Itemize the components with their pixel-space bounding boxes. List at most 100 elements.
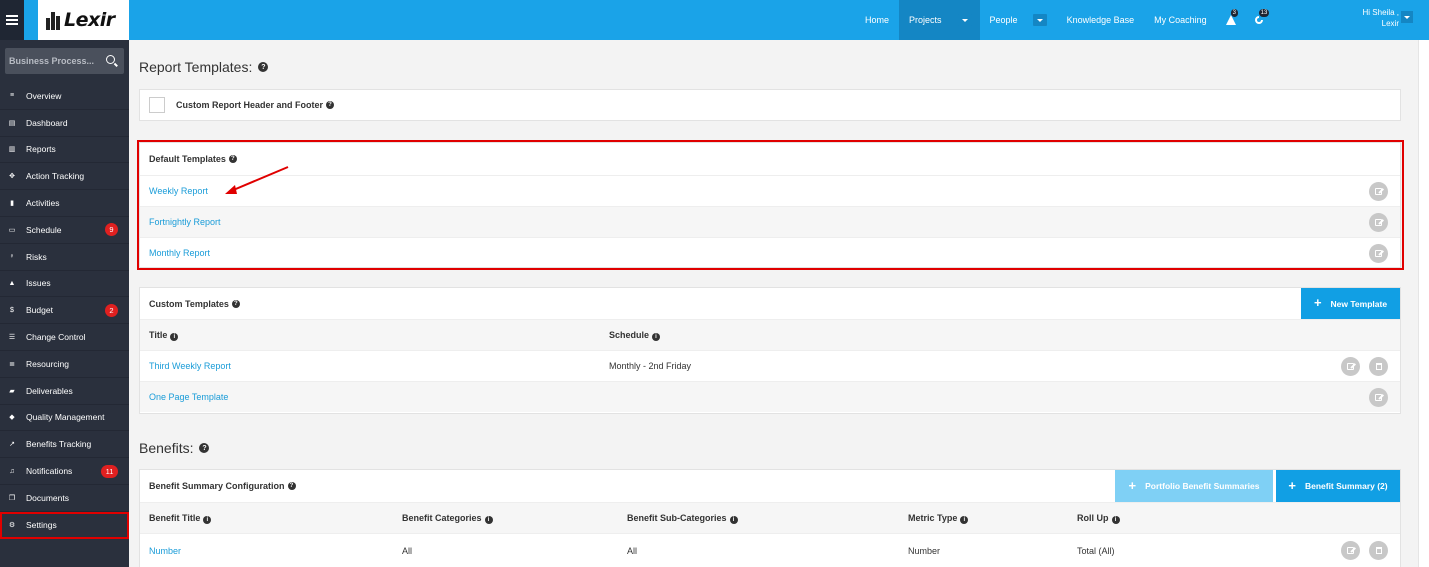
dashboard-icon: ▤	[8, 119, 16, 127]
column-header-benefit-categories: Benefit Categories i	[402, 513, 493, 524]
sidebar-item-label: Schedule	[26, 224, 62, 235]
info-icon[interactable]: i	[170, 332, 179, 341]
nav-projects[interactable]: Projects	[899, 0, 980, 40]
sidebar-item-issues[interactable]: ▲ Issues	[0, 271, 129, 298]
dollar-icon: $	[10, 306, 14, 314]
calendar-icon: ▭	[8, 226, 16, 234]
sidebar-item-budget[interactable]: $ Budget 2	[0, 297, 129, 325]
benefit-sub-categories: All	[627, 545, 638, 556]
plus-icon: +	[1313, 295, 1322, 310]
sidebar-item-settings[interactable]: ⚙ Settings	[0, 511, 129, 539]
column-header-title: Title i	[149, 330, 179, 341]
help-icon[interactable]: ?	[258, 62, 269, 72]
user-greeting: Hi Sheila ,	[1362, 8, 1399, 17]
column-header-label: Benefit Title	[149, 512, 201, 523]
sidebar-item-label: Settings	[26, 519, 57, 530]
edit-button[interactable]	[1341, 357, 1360, 376]
nav-knowledge-base[interactable]: Knowledge Base	[1057, 0, 1145, 40]
sidebar-item-action-tracking[interactable]: ✥ Action Tracking	[0, 163, 129, 191]
edit-button[interactable]	[1341, 541, 1360, 560]
edit-icon	[1347, 547, 1354, 554]
delete-button[interactable]	[1369, 541, 1388, 560]
sidebar-item-label: Budget	[26, 305, 53, 316]
edit-icon	[1375, 394, 1382, 401]
info-icon[interactable]: i	[652, 332, 661, 341]
portfolio-benefit-label: Portfolio Benefit Summaries	[1145, 481, 1260, 491]
custom-header-footer-checkbox[interactable]	[149, 97, 165, 113]
sidebar-item-label: Deliverables	[26, 385, 73, 396]
benefits-title: Benefits:	[139, 440, 194, 456]
sidebar-item-notifications[interactable]: ♫ Notifications 11	[0, 458, 129, 485]
projects-dropdown-icon[interactable]	[957, 14, 972, 26]
vertical-scrollbar[interactable]	[1418, 40, 1429, 567]
stack-icon: ≣	[9, 360, 15, 368]
sidebar-item-schedule[interactable]: ▭ Schedule 9	[0, 217, 129, 244]
nav-people[interactable]: People	[980, 0, 1057, 40]
column-header-schedule: Schedule i	[609, 330, 661, 341]
metric-type: Number	[908, 545, 941, 556]
info-icon[interactable]: i	[1111, 515, 1120, 524]
info-icon[interactable]: i	[729, 515, 738, 524]
table-row: One Page Template	[140, 381, 1400, 412]
template-title-link[interactable]: One Page Template	[149, 392, 228, 402]
sidebar-item-overview[interactable]: ≡ Overview	[0, 83, 129, 110]
sidebar-item-change-control[interactable]: ☰ Change Control	[0, 324, 129, 351]
custom-templates-title: Custom Templates	[149, 298, 229, 309]
table-header: Title i Schedule i	[140, 319, 1400, 350]
logo[interactable]: Lexir	[38, 0, 129, 40]
template-title-link[interactable]: Third Weekly Report	[149, 361, 231, 371]
sidebar-item-reports[interactable]: ▥ Reports	[0, 137, 129, 164]
new-template-button[interactable]: + New Template	[1301, 288, 1400, 319]
template-schedule: Monthly - 2nd Friday	[609, 361, 692, 371]
sidebar-item-label: Benefits Tracking	[26, 439, 92, 450]
help-icon[interactable]: ?	[231, 299, 240, 308]
delete-button[interactable]	[1369, 357, 1388, 376]
user-menu[interactable]: Hi Sheila , Lexir	[1363, 7, 1399, 29]
table-header: Benefit Title i Benefit Categories i Benef…	[140, 502, 1400, 533]
sidebar-item-risks[interactable]: ♀ Risks	[0, 244, 129, 271]
sidebar-item-deliverables[interactable]: ▰ Deliverables	[0, 378, 129, 405]
updates-button[interactable]: 13	[1245, 0, 1273, 40]
sidebar-menu: ≡ Overview ▤ Dashboard ▥ Reports ✥ Action Track…	[0, 83, 129, 539]
alerts-button[interactable]: 3	[1217, 0, 1245, 40]
sidebar-item-documents[interactable]: ❐ Documents	[0, 485, 129, 512]
sidebar-item-quality-management[interactable]: ◆ Quality Management	[0, 405, 129, 432]
help-icon[interactable]: ?	[287, 482, 296, 490]
info-icon[interactable]: i	[203, 515, 212, 524]
benefit-summary-button[interactable]: + Benefit Summary (2)	[1276, 470, 1400, 502]
info-icon[interactable]: i	[484, 515, 493, 524]
nav-people-label: People	[989, 15, 1018, 25]
menu-toggle-button[interactable]	[0, 0, 24, 40]
trash-icon	[1375, 363, 1382, 370]
hamburger-icon	[6, 15, 18, 25]
column-header-benefit-title: Benefit Title i	[149, 512, 212, 524]
people-dropdown-icon[interactable]	[1032, 14, 1047, 26]
sidebar-item-activities[interactable]: ▮ Activities	[0, 190, 129, 217]
documents-icon: ❐	[8, 494, 16, 502]
info-icon[interactable]: i	[960, 515, 969, 524]
search-icon[interactable]	[106, 55, 115, 64]
sidebar-item-label: Documents	[26, 492, 69, 503]
sidebar-item-label: Dashboard	[26, 117, 68, 128]
edit-button[interactable]	[1369, 388, 1388, 407]
table-row: Third Weekly Report Monthly - 2nd Friday	[140, 350, 1400, 381]
project-search[interactable]: Business Process...	[5, 48, 124, 74]
trash-icon	[1375, 547, 1382, 554]
column-header-benefit-sub-categories: Benefit Sub-Categories i	[627, 513, 738, 524]
nav-home[interactable]: Home	[855, 0, 899, 40]
benefit-summary-label: Benefit Summary (2)	[1304, 481, 1388, 491]
portfolio-benefit-summaries-button[interactable]: + Portfolio Benefit Summaries	[1115, 470, 1273, 502]
sidebar-item-benefits-tracking[interactable]: ↗ Benefits Tracking	[0, 431, 129, 459]
sidebar-item-label: Overview	[26, 90, 62, 101]
user-dropdown-icon[interactable]	[1401, 11, 1413, 23]
custom-templates-panel: Custom Templates ? + New Template Title i…	[139, 287, 1401, 414]
help-icon[interactable]: ?	[199, 443, 210, 453]
building-logo-icon	[46, 10, 62, 30]
lightbulb-icon: ♀	[9, 253, 15, 261]
help-icon[interactable]: ?	[326, 101, 335, 109]
sidebar-item-dashboard[interactable]: ▤ Dashboard	[0, 110, 129, 137]
sidebar-item-resourcing[interactable]: ≣ Resourcing	[0, 351, 129, 378]
nav-my-coaching[interactable]: My Coaching	[1144, 0, 1217, 40]
column-header-label: Benefit Sub-Categories	[627, 512, 727, 523]
benefit-title-link[interactable]: Number	[149, 546, 181, 556]
